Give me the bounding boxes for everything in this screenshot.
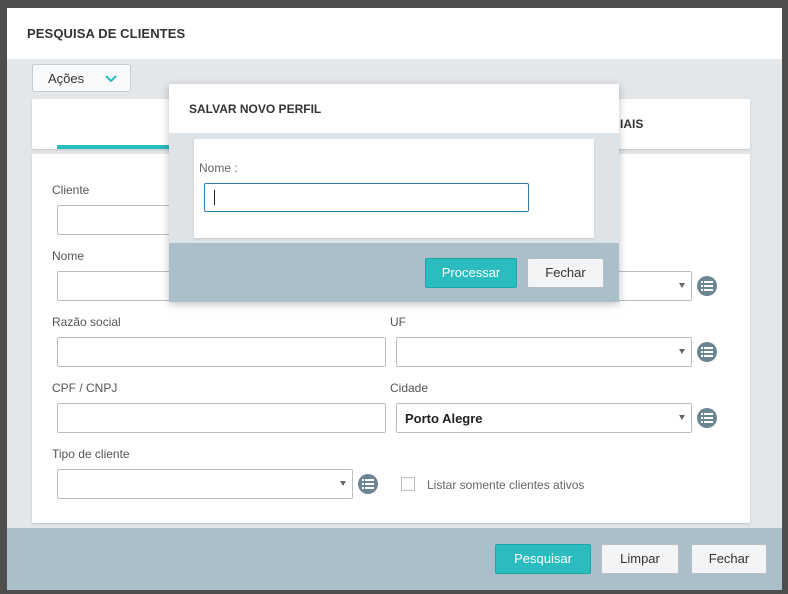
tipo-cliente-label: Tipo de cliente: [52, 447, 130, 461]
modal-nome-input[interactable]: [204, 183, 529, 212]
tipo-cliente-select[interactable]: [57, 469, 353, 499]
cidade-label: Cidade: [390, 381, 429, 395]
window-title: PESQUISA DE CLIENTES: [27, 26, 186, 41]
processar-button[interactable]: Processar: [425, 258, 517, 288]
uf-label: UF: [390, 315, 406, 329]
cliente-input[interactable]: [57, 205, 177, 235]
select-arrow-icon: [679, 283, 685, 288]
razao-social-input[interactable]: [57, 337, 386, 367]
list-icon[interactable]: [697, 342, 717, 362]
limpar-button[interactable]: Limpar: [601, 544, 679, 574]
modal-footer: Processar Fechar: [169, 243, 619, 302]
screen-backdrop: PESQUISA DE CLIENTES Ações IAIS Cliente …: [0, 0, 788, 594]
nome-input[interactable]: [57, 271, 177, 301]
modal-fechar-button[interactable]: Fechar: [527, 258, 604, 288]
text-caret: [214, 190, 215, 205]
active-tab-indicator: [57, 145, 177, 149]
cpf-cnpj-input[interactable]: [57, 403, 386, 433]
select-arrow-icon: [679, 349, 685, 354]
salvar-perfil-modal: SALVAR NOVO PERFIL Nome : Processar Fech…: [169, 84, 619, 302]
cliente-label: Cliente: [52, 183, 90, 197]
modal-nome-label: Nome :: [199, 161, 238, 175]
list-icon[interactable]: [697, 408, 717, 428]
cidade-select[interactable]: Porto Alegre: [396, 403, 692, 433]
razao-social-label: Razão social: [52, 315, 121, 329]
window-footer: Pesquisar Limpar Fechar: [7, 528, 782, 590]
tab-label-partial[interactable]: IAIS: [620, 117, 643, 131]
uf-select[interactable]: [396, 337, 692, 367]
nome-label: Nome: [52, 249, 85, 263]
ativos-label: Listar somente clientes ativos: [427, 478, 585, 492]
window-header: PESQUISA DE CLIENTES: [7, 8, 782, 59]
list-icon[interactable]: [358, 474, 378, 494]
list-icon[interactable]: [697, 276, 717, 296]
acoes-dropdown[interactable]: Ações: [32, 64, 131, 92]
acoes-label: Ações: [48, 71, 85, 86]
modal-title: SALVAR NOVO PERFIL: [189, 102, 322, 116]
select-arrow-icon: [340, 481, 346, 486]
ativos-checkbox[interactable]: [401, 477, 415, 491]
select-arrow-icon: [679, 415, 685, 420]
cpf-cnpj-label: CPF / CNPJ: [52, 381, 118, 395]
chevron-down-icon: [104, 71, 118, 85]
fechar-button[interactable]: Fechar: [691, 544, 767, 574]
modal-body: Nome :: [194, 139, 594, 238]
modal-header: SALVAR NOVO PERFIL: [169, 84, 619, 133]
pesquisar-button[interactable]: Pesquisar: [495, 544, 591, 574]
cidade-value: Porto Alegre: [405, 411, 483, 426]
